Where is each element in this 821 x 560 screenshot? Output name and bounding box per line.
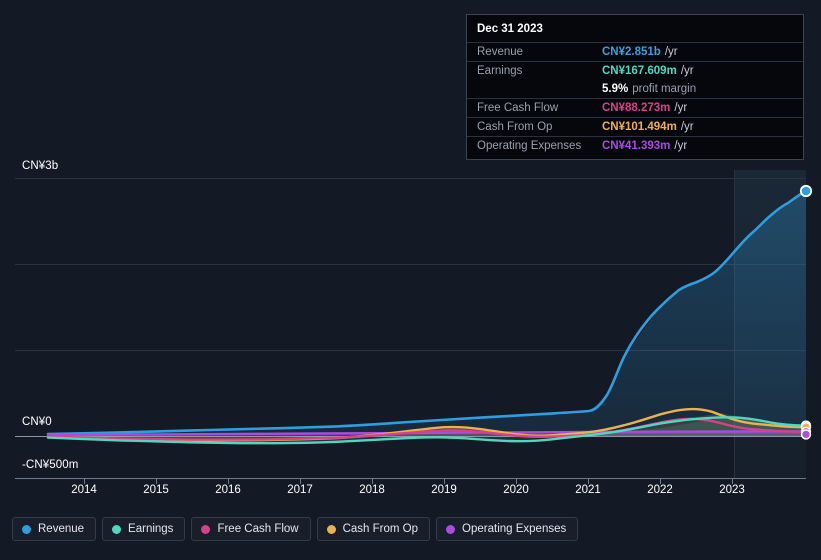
tooltip-row-label: Operating Expenses <box>477 140 582 152</box>
x-axis-labels: 2014 2015 2016 2017 2018 2019 2020 2021 2022 2023 <box>0 484 821 504</box>
tooltip-rows: Revenue CN¥2.851b/yr Earnings CN¥167.609m/y… <box>467 42 803 155</box>
legend-color-dot-icon <box>326 524 336 534</box>
legend-item-operating-expenses[interactable]: Operating Expenses <box>436 517 579 541</box>
legend-item-cash-from-op[interactable]: Cash From Op <box>316 517 431 541</box>
x-axis-label: 2018 <box>359 484 385 496</box>
legend-item-label: Earnings <box>128 523 174 535</box>
financial-chart-page: CN¥3b CN¥0 -CN¥500m 2014 2015 2016 2017 2018… <box>0 0 821 560</box>
tooltip-row: 5.9% profit margin <box>467 80 803 98</box>
x-axis-label: 2021 <box>575 484 601 496</box>
tooltip-row-label: Free Cash Flow <box>477 102 559 114</box>
x-axis-label: 2019 <box>431 484 457 496</box>
x-axis-label: 2020 <box>503 484 529 496</box>
legend-item-label: Operating Expenses <box>462 523 567 535</box>
tooltip-row-unit: /yr <box>664 46 678 58</box>
x-axis-label: 2015 <box>143 484 169 496</box>
legend-color-dot-icon <box>112 524 122 534</box>
legend-item-revenue[interactable]: Revenue <box>12 517 97 541</box>
legend-color-dot-icon <box>22 524 31 534</box>
tooltip-row-unit: /yr <box>674 140 688 152</box>
legend-item-label: Free Cash Flow <box>217 523 299 535</box>
tooltip-row: Cash From Op CN¥101.494m/yr <box>467 117 803 136</box>
x-axis-label: 2017 <box>287 484 313 496</box>
tooltip-row-value: CN¥167.609m <box>602 65 677 77</box>
tooltip-row: Free Cash Flow CN¥88.273m/yr <box>467 98 803 117</box>
tooltip-row-label: Cash From Op <box>477 121 553 133</box>
tooltip-row-unit: /yr <box>680 121 694 133</box>
tooltip-row-unit: /yr <box>680 65 694 77</box>
x-axis-label: 2014 <box>71 484 97 496</box>
tooltip-row-label: Revenue <box>477 46 524 58</box>
legend-item-label: Revenue <box>38 523 85 535</box>
legend-item-earnings[interactable]: Earnings <box>102 517 186 541</box>
tooltip-date: Dec 31 2023 <box>477 23 543 35</box>
tooltip-row-value: CN¥41.393m <box>602 140 671 152</box>
tooltip-row: Revenue CN¥2.851b/yr <box>467 42 803 61</box>
tooltip-row-value: 5.9% <box>602 83 629 95</box>
tooltip-row-value: CN¥2.851b <box>602 46 661 58</box>
legend-item-label: Cash From Op <box>342 523 419 535</box>
opex-marker <box>800 429 812 440</box>
revenue-area <box>48 191 806 436</box>
tooltip-row: Earnings CN¥167.609m/yr <box>467 61 803 80</box>
revenue-marker <box>799 184 813 198</box>
tooltip-row-unit: /yr <box>674 102 688 114</box>
x-axis-label: 2022 <box>647 484 673 496</box>
tooltip-row: Operating Expenses CN¥41.393m/yr <box>467 136 803 155</box>
legend-color-dot-icon <box>201 524 211 534</box>
x-axis-label: 2023 <box>719 484 745 496</box>
legend-item-free-cash-flow[interactable]: Free Cash Flow <box>191 517 311 541</box>
chart-legend[interactable]: Revenue Earnings Free Cash Flow Cash From O… <box>12 517 579 541</box>
chart-tooltip: Dec 31 2023 Revenue CN¥2.851b/yr Earnings C… <box>466 14 804 160</box>
tooltip-row-unit: profit margin <box>632 83 697 95</box>
x-axis-label: 2016 <box>215 484 241 496</box>
legend-color-dot-icon <box>446 524 456 534</box>
tooltip-row-value: CN¥88.273m <box>602 102 671 114</box>
tooltip-row-label: Earnings <box>477 65 523 77</box>
tooltip-row-value: CN¥101.494m <box>602 121 677 133</box>
